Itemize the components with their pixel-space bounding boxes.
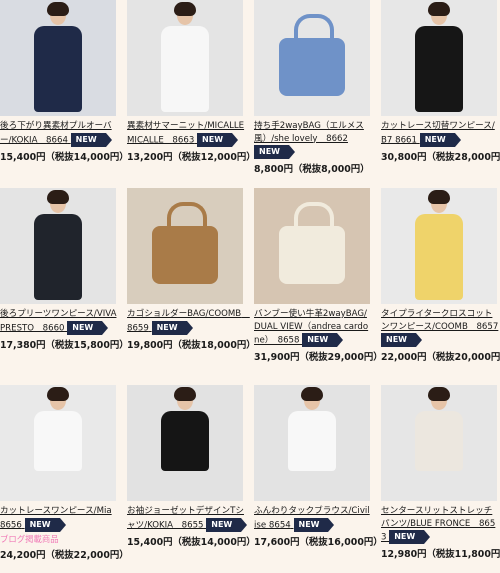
product-photo[interactable] [381,385,497,501]
product-name-link[interactable]: ふんわりタックブラウス/Civilise 8654 NEW [254,505,372,532]
new-badge: NEW [206,517,248,532]
new-badge: NEW [293,517,335,532]
product-card[interactable]: 後ろプリーツワンピース/VIVA PRESTO 8660 NEW 17,380円（… [0,188,129,351]
new-badge: NEW [197,132,239,147]
product-photo[interactable] [0,188,116,304]
new-badge: NEW [24,517,66,532]
garment-illustration [34,214,82,300]
product-photo[interactable] [254,188,370,304]
product-price: 22,000円（税抜20,000円） [381,352,500,363]
new-badge: NEW [254,145,295,159]
product-card[interactable]: 後ろ下がり異素材プルオーバー/KOKIA 8664 NEW 15,400円（税抜1… [0,0,129,163]
bag-illustration [279,202,345,284]
garment-illustration [415,26,463,112]
product-price: 13,200円（税抜12,000円） [127,151,256,163]
product-price: 15,400円（税抜14,000円） [127,536,256,548]
new-badge: NEW [389,530,431,544]
new-badge: NEW [67,320,109,335]
product-name-link[interactable]: カゴショルダーBAG/COOMB 8659 NEW [127,308,250,335]
garment-illustration [415,214,463,300]
new-badge: NEW [151,320,193,335]
garment-illustration [34,26,82,112]
garment-illustration [161,411,209,471]
garment-illustration [34,411,82,471]
product-price: 17,380円（税抜15,800円） [0,339,129,351]
product-name-link[interactable]: カットレースワンピース/Mia 8656 NEW [0,505,118,532]
product-price: 8,800円（税抜8,000円） [254,164,370,175]
product-card[interactable]: 異素材サマーニット/MICALLE MICALLE 8663 NEW 13,200… [127,0,256,163]
product-name-link[interactable]: センタースリットストレッチパンツ/BLUE FRONCE 8653 NEW [381,505,499,544]
product-name-link[interactable]: バンブー使い牛革2wayBAG/DUAL VIEW（andrea cardone… [254,308,372,347]
new-badge: NEW [381,333,422,347]
product-name-link[interactable]: 持ち手2wayBAG（エルメス風）/she lovely 8662 NEW [254,120,372,159]
product-photo[interactable] [0,385,116,501]
product-card[interactable]: タイプライタークロスコットンワンピース/COOMB 8657 NEW 22,000… [381,188,500,363]
product-price: 31,900円（税抜29,000円） [254,352,383,363]
product-price: 17,600円（税抜16,000円） [254,536,383,548]
garment-illustration [288,411,336,471]
product-name-link[interactable]: カットレース切替ワンピース/B7 8661 NEW [381,120,499,147]
product-name-link[interactable]: タイプライタークロスコットンワンピース/COOMB 8657 NEW [381,308,499,347]
product-name-link[interactable]: 後ろプリーツワンピース/VIVA PRESTO 8660 NEW [0,308,118,335]
garment-illustration [415,411,463,471]
product-photo[interactable] [127,188,243,304]
blog-featured-label: ブログ掲載商品 [0,533,59,544]
product-photo[interactable] [0,0,116,116]
product-grid: 後ろ下がり異素材プルオーバー/KOKIA 8664 NEW 15,400円（税抜1… [0,0,500,573]
product-price: 19,800円（税抜18,000円） [127,339,256,351]
new-badge: NEW [70,132,112,147]
product-photo[interactable] [127,385,243,501]
product-card[interactable]: お袖ジョーゼットデザインTシャツ/KOKIA 8655 NEW 15,400円（税… [127,385,256,548]
new-badge: NEW [302,333,344,347]
product-photo[interactable] [254,0,370,116]
product-photo[interactable] [127,0,243,116]
product-name-link[interactable]: 異素材サマーニット/MICALLE MICALLE 8663 NEW [127,120,245,147]
product-card[interactable]: バンブー使い牛革2wayBAG/DUAL VIEW（andrea cardone… [254,188,383,363]
product-price: 30,800円（税抜28,000円） [381,151,500,163]
product-card[interactable]: カットレースワンピース/Mia 8656 NEW ブログ掲載商品 24,200円（税… [0,385,129,561]
product-name-link[interactable]: お袖ジョーゼットデザインTシャツ/KOKIA 8655 NEW [127,505,248,532]
bag-illustration [152,202,218,284]
product-photo[interactable] [381,188,497,304]
product-price: 24,200円（税抜22,000円） [0,549,129,561]
product-price: 15,400円（税抜14,000円） [0,151,129,163]
product-card[interactable]: センタースリットストレッチパンツ/BLUE FRONCE 8653 NEW 12,… [381,385,500,560]
product-card[interactable]: カットレース切替ワンピース/B7 8661 NEW 30,800円（税抜28,00… [381,0,500,163]
product-photo[interactable] [254,385,370,501]
product-card[interactable]: 持ち手2wayBAG（エルメス風）/she lovely 8662 NEW 8,8… [254,0,372,175]
product-photo[interactable] [381,0,497,116]
bag-illustration [279,14,345,96]
new-badge: NEW [419,132,461,147]
product-card[interactable]: ふんわりタックブラウス/Civilise 8654 NEW 17,600円（税抜1… [254,385,383,548]
product-price: 12,980円（税抜11,800円） [381,549,500,560]
product-name-link[interactable]: 後ろ下がり異素材プルオーバー/KOKIA 8664 NEW [0,120,118,147]
garment-illustration [161,26,209,112]
product-card[interactable]: カゴショルダーBAG/COOMB 8659 NEW 19,800円（税抜18,00… [127,188,256,351]
